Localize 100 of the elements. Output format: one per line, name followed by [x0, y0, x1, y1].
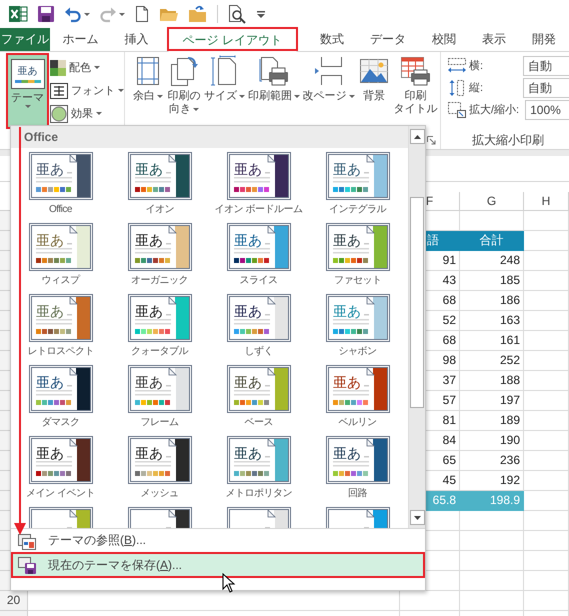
print-preview-icon[interactable]: [227, 4, 247, 24]
page-drawing: [332, 438, 374, 466]
page-drawing: [36, 438, 78, 466]
spreadsheet-icon[interactable]: [8, 4, 28, 24]
theme-option[interactable]: 亜あ Office: [11, 152, 110, 217]
row-header[interactable]: 20: [0, 591, 28, 611]
width-arrows-icon: [447, 56, 467, 74]
empty-cell: [460, 511, 524, 531]
ribbon-tab[interactable]: データ: [357, 28, 419, 51]
theme-icon: 亜あ: [10, 59, 44, 89]
undo-icon[interactable]: [64, 5, 82, 23]
page-drawing: [36, 367, 78, 396]
empty-cell: [524, 331, 569, 351]
table-cell: 185: [460, 271, 524, 291]
menu-item[interactable]: 現在のテーマを保存(A)...: [11, 552, 425, 578]
sample-text: 亜あ: [134, 162, 162, 178]
text-box-icon: [50, 82, 68, 98]
caret-icon: [119, 12, 125, 16]
page-break-icon: [312, 55, 345, 87]
theme-option[interactable]: 亜あ メトロポリタン: [209, 436, 308, 501]
caret-icon: [157, 94, 163, 98]
sample-text: 亜あ: [234, 233, 262, 249]
ribbon-tab[interactable]: 挿入: [112, 28, 162, 51]
table-cell: 197: [460, 391, 524, 411]
empty-cell: [524, 251, 569, 271]
page-drawing: [134, 296, 176, 324]
theme-option[interactable]: 亜あ しずく: [209, 294, 308, 359]
scroll-down-button[interactable]: [410, 510, 424, 525]
table-cell: 190: [460, 431, 524, 451]
empty-cell: [524, 411, 569, 431]
table-cell: 186: [460, 291, 524, 311]
sample-text: 亜あ: [332, 233, 360, 249]
sample-text: 亜あ: [234, 304, 262, 320]
page-drawing: [332, 225, 374, 254]
page-drawing: [134, 154, 176, 182]
scroll-up-button[interactable]: [410, 129, 424, 144]
empty-cell: [524, 511, 569, 531]
theme-option[interactable]: 亜あ メイン イベント: [11, 436, 110, 501]
sample-text: 亜あ: [36, 233, 64, 249]
sample-text: 亜あ: [36, 162, 64, 178]
theme-option[interactable]: 亜あ イオン: [110, 152, 209, 217]
theme-option[interactable]: 亜あ クォータブル: [110, 294, 209, 359]
sample-text: 亜あ: [134, 446, 162, 462]
sample-text: 亜あ: [332, 446, 360, 462]
color-squares-icon: [50, 60, 66, 76]
sample-text: 亜あ: [234, 375, 262, 391]
page-drawing: [234, 154, 276, 182]
table-cell: 198.9: [460, 491, 524, 511]
table-cell: 189: [460, 411, 524, 431]
save-icon[interactable]: [37, 5, 55, 23]
themes-button[interactable]: 亜あ テーマ: [8, 55, 47, 127]
sample-text: 亜あ: [234, 162, 262, 178]
dropdown-field[interactable]: 自動: [523, 78, 569, 98]
theme-option[interactable]: 亜あ スライス: [209, 223, 308, 288]
theme-option[interactable]: 亜あ オーガニック: [110, 223, 209, 288]
ribbon-button[interactable]: 配色: [50, 57, 124, 78]
ribbon-tab[interactable]: ページ レイアウト: [168, 28, 297, 52]
dropdown-field[interactable]: 自動: [523, 56, 569, 76]
ribbon-tab[interactable]: 数式: [307, 28, 357, 51]
ribbon-button[interactable]: 効果: [50, 103, 124, 124]
theme-option[interactable]: 亜あ ダマスク: [11, 365, 110, 430]
new-document-icon[interactable]: [134, 5, 150, 23]
printer-page-icon: [258, 55, 290, 87]
sample-text: 亜あ: [234, 446, 262, 462]
theme-option[interactable]: 亜あ フレーム: [110, 365, 209, 430]
file-tab[interactable]: ファイル: [0, 28, 50, 51]
theme-option[interactable]: 亜あ ウィスプ: [11, 223, 110, 288]
customize-menu-icon[interactable]: [256, 8, 266, 20]
caret-icon: [118, 89, 124, 92]
theme-option[interactable]: 亜あ レトロスペクト: [11, 294, 110, 359]
ribbon-tab[interactable]: 開発: [519, 28, 569, 51]
theme-option[interactable]: 亜あ ベース: [209, 365, 308, 430]
dropdown-field[interactable]: 100%: [525, 100, 569, 120]
caret-icon: [294, 94, 300, 98]
theme-option[interactable]: 亜あ イオン ボードルーム: [209, 152, 308, 217]
folder-arrow-icon[interactable]: [188, 5, 208, 23]
caret-icon: [193, 108, 200, 111]
ribbon-tab[interactable]: 表示: [469, 28, 519, 51]
dialog-launcher-icon[interactable]: [427, 136, 436, 145]
table-printer-icon: [399, 55, 432, 87]
column-header[interactable]: H: [524, 192, 569, 211]
field-label: 拡大/縮小:: [469, 102, 520, 117]
section-header: Office: [11, 126, 408, 148]
empty-cell: [524, 451, 569, 471]
theme-option[interactable]: 亜あ メッシュ: [110, 436, 209, 501]
ribbon-tab[interactable]: 校閲: [419, 28, 469, 51]
empty-cell: [524, 471, 569, 491]
scale-icon: [447, 100, 467, 118]
ribbon-tab[interactable]: ホーム: [50, 28, 112, 51]
empty-cell: [524, 311, 569, 331]
sample-text: 亜あ: [332, 375, 360, 391]
ribbon-button[interactable]: フォント: [50, 80, 124, 101]
column-header[interactable]: G: [460, 192, 524, 211]
scrollbar-thumb[interactable]: [410, 197, 424, 408]
page-orientation-icon: [168, 55, 200, 87]
field-label: 横:: [469, 59, 484, 73]
sample-text: 亜あ: [332, 162, 360, 178]
menu-item[interactable]: テーマの参照(B)...: [11, 529, 425, 552]
page-drawing: [36, 296, 78, 324]
empty-cell: [524, 571, 569, 591]
